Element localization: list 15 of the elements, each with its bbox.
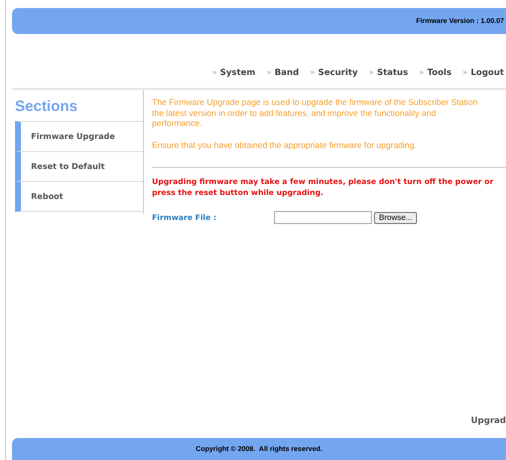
upgrade-button[interactable]: Upgrad [470, 416, 506, 426]
nav-link[interactable]: » Tools [419, 68, 452, 78]
nav-link[interactable]: » Status [368, 68, 408, 78]
intro-text: The Firmware Upgrade page is used to upgrade the firmware of the Subscriber Station the latest version in order to add features, and improve the functionality and performance. [152, 97, 479, 128]
nav-link[interactable]: » System [212, 68, 256, 78]
sidebar-title: Sections [15, 97, 79, 117]
note-text: Ensure that you have obtained the appropriate firmware for upgrading. [152, 140, 418, 150]
nav-link[interactable]: » Security [310, 68, 358, 78]
nav-link[interactable]: » Logout [462, 68, 504, 78]
browse-button[interactable]: Browse... [374, 212, 418, 224]
nav-link[interactable]: » Band [266, 68, 299, 78]
file-field[interactable] [274, 211, 372, 224]
sidebar-item[interactable]: Reboot [15, 181, 143, 212]
sidebar-item[interactable]: Reset to Default [15, 151, 143, 181]
sidebar-item[interactable]: Firmware Upgrade [15, 121, 143, 151]
